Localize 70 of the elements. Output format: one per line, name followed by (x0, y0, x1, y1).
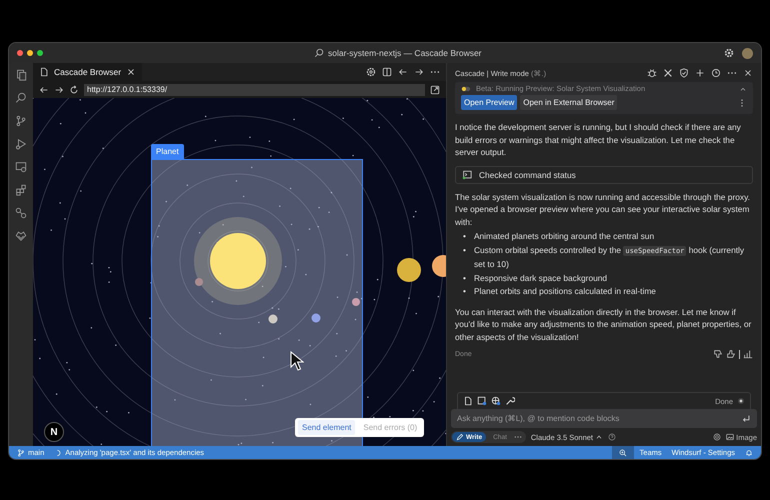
selection-label: Planet (151, 144, 184, 159)
page-icon (39, 67, 49, 77)
list-item: Planet orbits and positions calculated in real-time (474, 285, 657, 298)
url-field[interactable]: http://127.0.0.1:53339/ (84, 84, 425, 96)
terminal-icon (462, 170, 472, 180)
record-icon[interactable] (737, 397, 745, 405)
close-window-button[interactable] (17, 50, 23, 56)
history-icon[interactable] (711, 68, 721, 78)
search-icon[interactable] (15, 92, 27, 104)
message-text: The solar system visualization is now running and accessible through the proxy. I've opened a browser preview where you can see your interactive solar system with: (455, 190, 751, 228)
back-arrow-icon[interactable] (39, 84, 49, 94)
branch-icon[interactable] (15, 115, 27, 127)
bullet-mark: • (463, 244, 466, 256)
open-preview-button[interactable]: Open Preview (461, 95, 518, 110)
open-external-button[interactable]: Open in External Browser (520, 95, 618, 110)
bell-icon[interactable] (745, 448, 753, 456)
bullet-mark: • (463, 285, 466, 298)
files-icon[interactable] (15, 69, 27, 81)
heart-icon[interactable] (15, 230, 27, 242)
nodes-icon[interactable] (15, 207, 27, 219)
zoom-icon (618, 448, 627, 456)
message-text: You can interact with the visualization directly in the browser. Let me know if you'd like to make any adjustments to the animation speed, planet properties, or other aspects of the visualization! (455, 306, 752, 343)
forward-arrow-icon[interactable] (414, 67, 424, 77)
plus-icon[interactable] (695, 68, 705, 78)
bullet-mark: • (463, 272, 466, 284)
external-link-icon[interactable] (430, 84, 440, 94)
send-element-button[interactable]: Send element (298, 420, 356, 435)
message-text: I notice the development server is running, but I should check if there are any build errors or warnings that might affect the visualization. Let me check the server output. (455, 121, 742, 158)
settings-icon[interactable] (366, 67, 376, 77)
shield-icon[interactable] (679, 68, 689, 78)
mouse-pointer-icon (290, 351, 304, 371)
sun-drawing (210, 233, 266, 289)
split-icon[interactable] (382, 67, 392, 77)
file-icon[interactable] (463, 396, 473, 406)
window-title: solar-system-nextjs — Cascade Browser (328, 48, 482, 58)
bullet-mark: • (463, 230, 466, 243)
target-icon[interactable] (713, 433, 722, 441)
minimize-window-button[interactable] (27, 50, 33, 56)
back-arrow-icon[interactable] (398, 67, 408, 77)
toggle-icon (461, 84, 471, 93)
close-icon[interactable] (743, 68, 753, 78)
run-debug-icon[interactable] (15, 138, 27, 150)
avatar[interactable] (742, 48, 753, 58)
globe-icon[interactable] (491, 396, 501, 406)
bar-chart-icon[interactable] (743, 349, 753, 359)
extensions-icon[interactable] (15, 184, 27, 196)
thumbs-down-icon[interactable] (713, 349, 723, 359)
reload-icon[interactable] (69, 84, 79, 94)
chat-input[interactable]: Ask anything (⌘L), @ to mention code blocks (457, 414, 741, 423)
list-item: Responsive dark space background (474, 272, 608, 285)
search-icon[interactable] (314, 48, 324, 58)
forward-arrow-icon[interactable] (54, 84, 64, 94)
gear-icon[interactable] (724, 48, 734, 58)
monitor-icon[interactable] (15, 161, 27, 173)
browser-tab[interactable]: Cascade Browser (33, 63, 142, 81)
enter-icon[interactable] (741, 414, 751, 424)
list-item: Animated planets orbiting around the central sun (474, 230, 656, 243)
close-icon[interactable] (126, 67, 136, 77)
pencil-icon (456, 433, 464, 441)
thumbs-up-icon[interactable] (726, 349, 736, 359)
bug-icon[interactable] (647, 68, 657, 78)
help-icon[interactable] (608, 433, 616, 441)
chat-input-field[interactable]: Ask anything (⌘L), @ to mention code blocks (451, 409, 757, 428)
branch-icon (17, 448, 25, 456)
chevron-up-icon (595, 433, 604, 441)
zoom-window-button[interactable] (37, 50, 43, 56)
terminal-icon[interactable] (477, 396, 487, 406)
tool-label: Checked command status (479, 170, 576, 180)
image-icon (726, 433, 734, 441)
zoom-button[interactable] (612, 446, 634, 459)
